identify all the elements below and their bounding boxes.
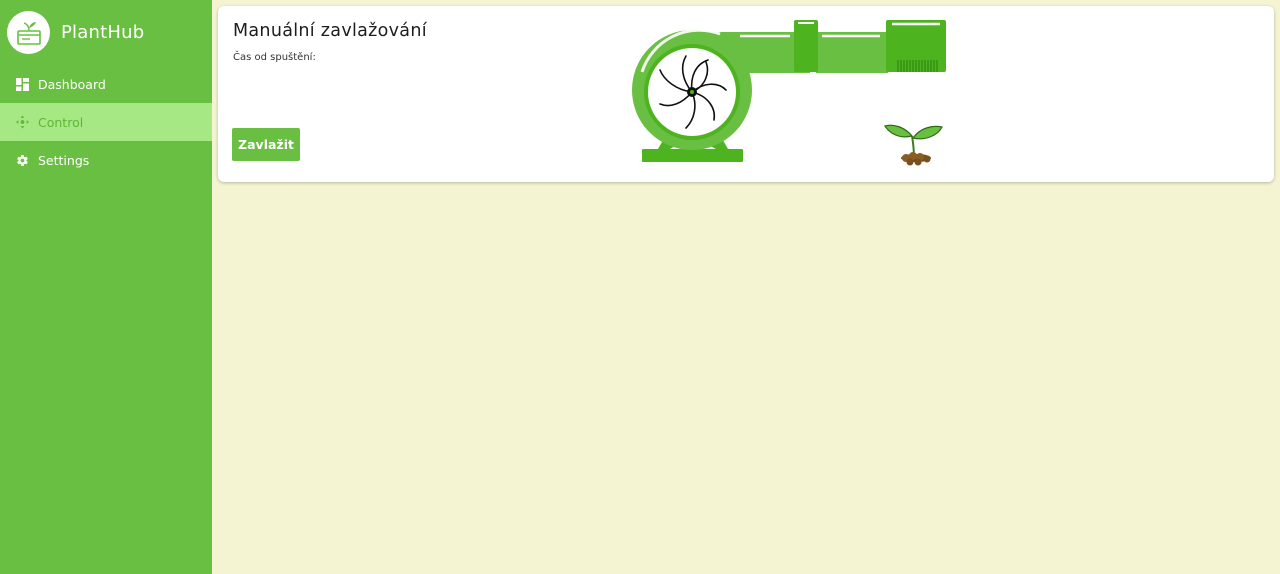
sidebar-item-label: Dashboard bbox=[38, 76, 106, 92]
sidebar-nav: Dashboard Control Settings bbox=[0, 65, 212, 179]
pump-pipe-segment bbox=[816, 32, 888, 73]
sidebar-item-settings[interactable]: Settings bbox=[0, 141, 212, 179]
control-icon bbox=[16, 115, 29, 129]
card-title: Manuální zavlažování bbox=[233, 21, 427, 41]
app-name: PlantHub bbox=[61, 22, 145, 43]
sidebar-item-dashboard[interactable]: Dashboard bbox=[0, 65, 212, 103]
gear-icon bbox=[16, 154, 29, 167]
sidebar-item-label: Control bbox=[38, 114, 84, 130]
elapsed-time-label: Čas od spuštění: bbox=[233, 52, 316, 63]
leaf-left bbox=[884, 124, 914, 138]
pump-base bbox=[642, 149, 743, 162]
sidebar-item-label: Settings bbox=[38, 152, 90, 168]
sidebar-item-control[interactable]: Control bbox=[0, 103, 212, 141]
pipe-coupling bbox=[794, 20, 818, 72]
sidebar: PlantHub Dashboard Control Settings bbox=[0, 0, 212, 574]
manual-watering-card: Manuální zavlažování Čas od spuštění: Za… bbox=[218, 6, 1274, 182]
logo bbox=[7, 11, 50, 54]
sprout-illustration bbox=[884, 124, 943, 166]
brand[interactable]: PlantHub bbox=[7, 11, 144, 54]
planter-logo-icon bbox=[16, 21, 41, 45]
leaf-right bbox=[911, 125, 943, 140]
dashboard-icon bbox=[16, 77, 29, 91]
water-button[interactable]: Zavlažit bbox=[232, 128, 300, 161]
